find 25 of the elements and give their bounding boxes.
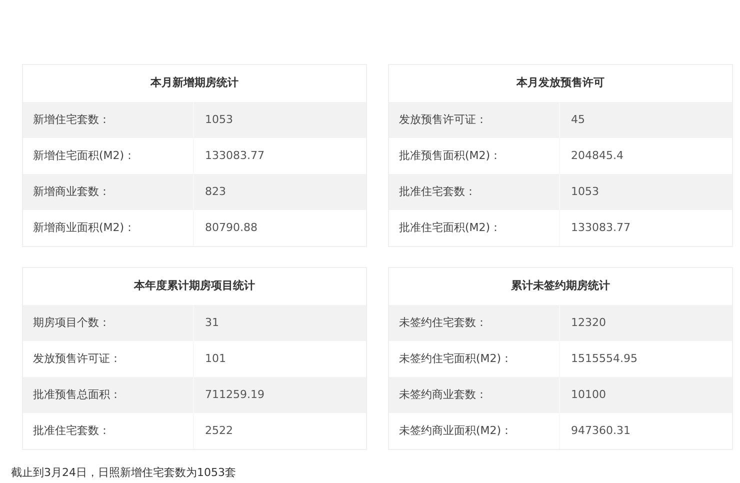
table-cell: 新增商业面积(M2)： (23, 210, 194, 246)
table-title: 累计未签约期房统计 (510, 278, 611, 294)
table-cell-text: 823 (204, 184, 227, 200)
caption: 截止到3月24日，日照新增住宅套数为1053套 (11, 466, 236, 479)
table-title: 本年度累计期房项目统计 (132, 278, 256, 294)
table-title: 本月新增期房统计 (149, 75, 240, 92)
table-cell-text: 45 (570, 112, 586, 128)
table-cell: 批准住宅面积(M2)： (389, 210, 560, 246)
table-cell-text: 1053 (204, 112, 234, 128)
table-cell-text: 31 (204, 314, 220, 331)
table-cell-text: 10100 (570, 386, 607, 403)
table-cell-text: 1515554.95 (570, 350, 638, 367)
table-cell-text: 204845.4 (570, 148, 624, 164)
table-cell-text: 80790.88 (204, 220, 258, 236)
table-cell-text: 12320 (570, 314, 607, 331)
table-cell-text: 101 (204, 350, 227, 367)
table-cell-text: 133083.77 (570, 220, 632, 236)
table-title: 本月发放预售许可 (515, 75, 606, 92)
table-cell-text: 947360.31 (570, 422, 632, 439)
table-cell: 未签约商业面积(M2)： (389, 413, 560, 449)
table-cell: 批准住宅套数： (23, 413, 194, 449)
table-cell-text: 133083.77 (204, 148, 266, 164)
table-cell-text: 711259.19 (204, 386, 266, 403)
table-cell-text: 2522 (204, 422, 234, 439)
table-cell-text: 1053 (570, 184, 600, 200)
